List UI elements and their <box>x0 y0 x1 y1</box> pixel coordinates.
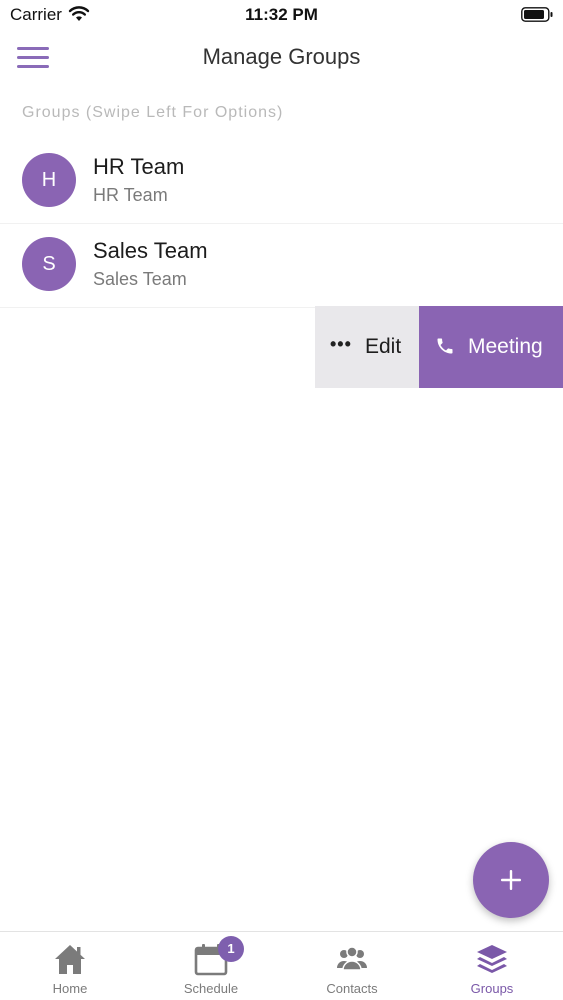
edit-action-button[interactable]: ••• Edit <box>315 306 419 388</box>
swipe-actions: ••• Edit Meeting <box>315 306 563 388</box>
section-label: Groups (Swipe Left For Options) <box>22 104 284 121</box>
phone-icon <box>437 338 453 354</box>
status-bar: Carrier 11:32 PM <box>0 0 563 30</box>
home-icon <box>55 945 85 974</box>
app-header: Manage Groups <box>0 30 563 90</box>
tab-contacts[interactable]: Contacts <box>282 932 422 1000</box>
schedule-badge: 1 <box>218 936 244 962</box>
group-row-sales-team[interactable]: S Sales Team Sales Team <box>0 224 563 308</box>
tab-bar: Home Schedule Contacts Groups <box>0 931 563 1000</box>
group-subtitle: HR Team <box>93 185 168 205</box>
group-avatar: S <box>22 237 76 291</box>
tab-groups[interactable]: Groups <box>422 932 562 1000</box>
layers-icon <box>477 945 507 973</box>
plus-icon <box>501 870 521 890</box>
tab-label: Schedule <box>183 981 239 996</box>
group-subtitle: Sales Team <box>93 269 187 289</box>
status-time: 11:32 PM <box>245 5 318 24</box>
edit-action-label: Edit <box>365 335 402 358</box>
more-dots-icon: ••• <box>330 334 352 354</box>
group-name: HR Team <box>93 154 185 179</box>
page-title: Manage Groups <box>202 44 361 69</box>
group-avatar: H <box>22 153 76 207</box>
group-row-hr-team[interactable]: H HR Team HR Team <box>0 140 563 224</box>
meeting-action-label: Meeting <box>468 335 543 358</box>
contacts-icon <box>337 946 367 971</box>
tab-label: Groups <box>470 981 514 996</box>
tab-label: Contacts <box>326 981 378 996</box>
tab-label: Home <box>52 981 88 996</box>
meeting-action-button[interactable]: Meeting <box>419 306 563 388</box>
manage-groups-screen: Carrier 11:32 PM Manage Groups Groups (S… <box>0 0 563 1000</box>
group-name: Sales Team <box>93 238 208 263</box>
battery-icon <box>521 7 553 22</box>
tab-home[interactable]: Home <box>0 932 140 1000</box>
add-group-button[interactable] <box>473 842 549 918</box>
tab-schedule[interactable]: Schedule <box>141 932 281 1000</box>
